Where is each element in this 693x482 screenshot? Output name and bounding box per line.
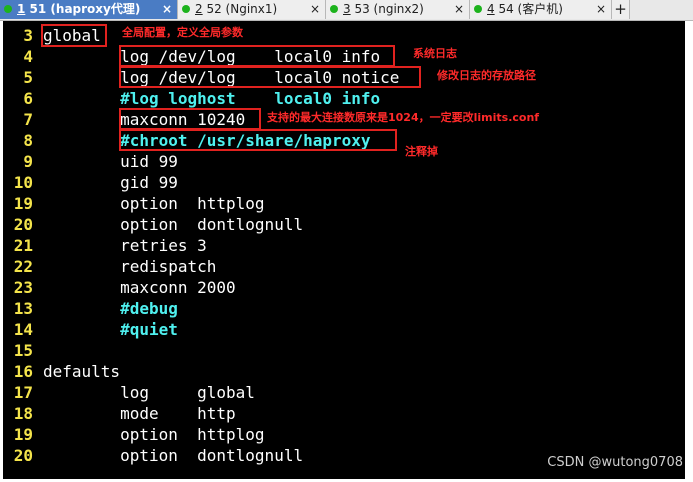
line-number: 14 (13, 320, 33, 339)
close-icon[interactable]: × (162, 0, 172, 19)
comment-text: #log loghost local0 info (43, 89, 381, 108)
tab-session-51[interactable]: 1 51 (haproxy代理) × (0, 0, 178, 19)
line-text: gid 99 (43, 173, 178, 192)
highlight-box-log-notice (119, 66, 421, 88)
line-number: 4 (23, 47, 33, 66)
annotation-system-log: 系统日志 (413, 47, 457, 60)
line-number: 17 (13, 383, 33, 402)
tab-session-54[interactable]: 4 54 (客户机) × (470, 0, 612, 19)
highlight-box-chroot (119, 129, 397, 151)
line-text: #quiet (43, 319, 178, 340)
watermark: CSDN @wutong0708 (547, 455, 683, 470)
tab-label: 54 (客户机) (498, 2, 563, 16)
close-icon[interactable]: × (596, 0, 606, 19)
annotation-log-path: 修改日志的存放路径 (437, 69, 536, 82)
connected-status-icon (474, 5, 482, 13)
line-number: 10 (13, 173, 33, 192)
line-text: #log loghost local0 info (43, 88, 380, 109)
tab-number: 1 (17, 2, 26, 16)
line-number: 18 (13, 404, 33, 423)
line-number: 19 (13, 425, 33, 444)
line-text: #debug (43, 298, 178, 319)
highlight-box-maxconn (119, 108, 261, 130)
comment-text: #quiet (43, 320, 178, 339)
line-number: 6 (23, 89, 33, 108)
line-text: log global (43, 383, 255, 402)
line-number: 20 (13, 215, 33, 234)
line-number: 21 (13, 236, 33, 255)
connected-status-icon (330, 5, 338, 13)
add-tab-button[interactable]: + (612, 0, 630, 19)
tab-number: 3 (343, 2, 351, 16)
annotation-global: 全局配置，定义全局参数 (122, 26, 243, 39)
session-tab-bar: 1 51 (haproxy代理) × 2 52 (Nginx1) × 3 53 … (0, 0, 693, 21)
screenshot: 1 51 (haproxy代理) × 2 52 (Nginx1) × 3 53 … (0, 0, 693, 482)
line-text: uid 99 (43, 152, 178, 171)
highlight-box-global (41, 24, 107, 47)
line-number: 23 (13, 278, 33, 297)
terminal-editor[interactable]: 3 global 4 log /dev/log local0 info 5 log… (3, 21, 685, 479)
line-number: 20 (13, 446, 33, 465)
line-text: maxconn 2000 (43, 278, 236, 297)
line-number: 16 (13, 362, 33, 381)
connected-status-icon (182, 5, 190, 13)
line-text: retries 3 (43, 236, 207, 255)
comment-text: #debug (43, 299, 178, 318)
line-text: mode http (43, 404, 236, 423)
line-number: 7 (23, 110, 33, 129)
annotation-maxconn: 支持的最大连接数原来是1024，一定要改limits.conf (267, 111, 540, 124)
line-text: defaults (43, 362, 121, 381)
connected-status-icon (4, 5, 12, 13)
annotation-chroot: 注释掉 (405, 145, 438, 158)
tab-label: 53 (nginx2) (354, 2, 424, 16)
line-number: 19 (13, 194, 33, 213)
close-icon[interactable]: × (454, 0, 464, 19)
tab-number: 2 (195, 2, 203, 16)
line-number: 8 (23, 131, 33, 150)
line-text: option dontlognull (43, 215, 304, 234)
tab-session-52[interactable]: 2 52 (Nginx1) × (178, 0, 326, 19)
tab-label: 51 (haproxy代理) (29, 2, 141, 16)
tab-session-53[interactable]: 3 53 (nginx2) × (326, 0, 470, 19)
close-icon[interactable]: × (310, 0, 320, 19)
line-number: 22 (13, 257, 33, 276)
line-text: redispatch (43, 257, 217, 276)
highlight-box-log-info (119, 45, 395, 67)
line-number: 3 (23, 26, 33, 45)
tab-label: 52 (Nginx1) (206, 2, 278, 16)
line-number: 15 (13, 341, 33, 360)
line-number: 13 (13, 299, 33, 318)
line-text: option dontlognull (43, 446, 304, 465)
line-number: 5 (23, 68, 33, 87)
line-text: option httplog (43, 425, 265, 444)
line-number: 9 (23, 152, 33, 171)
line-text: option httplog (43, 194, 265, 213)
tab-number: 4 (487, 2, 495, 16)
